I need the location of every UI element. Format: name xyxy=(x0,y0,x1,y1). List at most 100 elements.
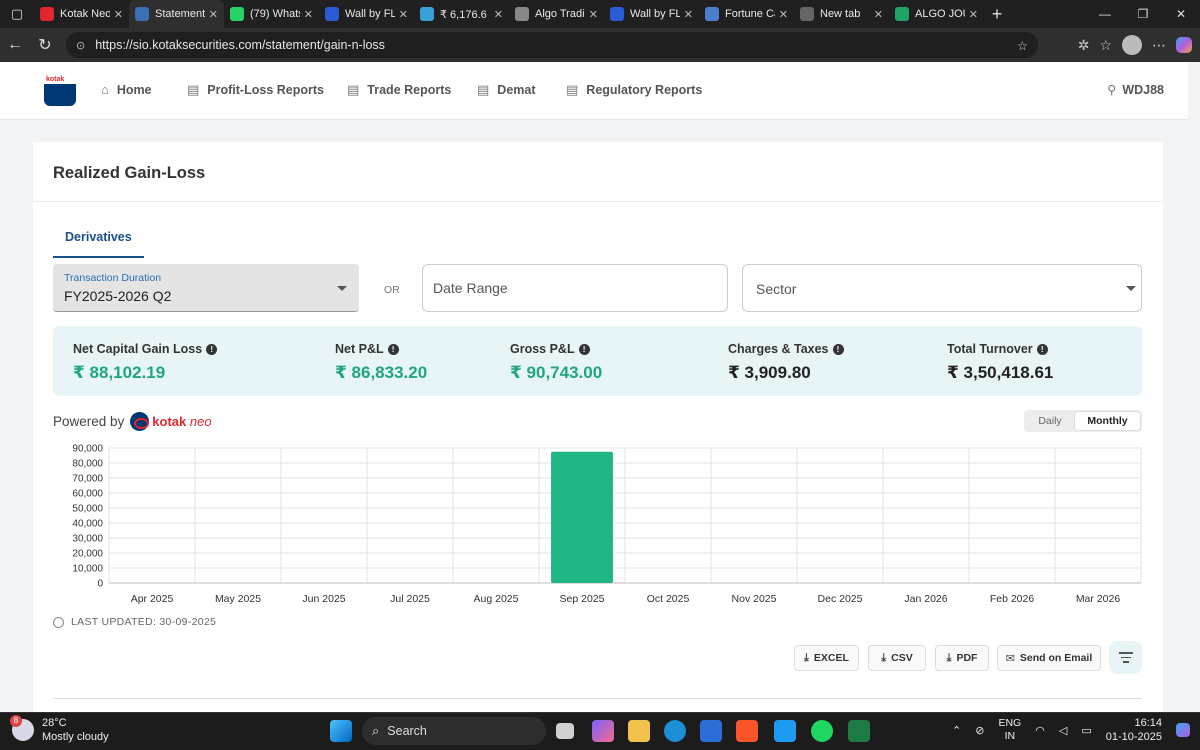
excel-button[interactable]: ⤓ EXCEL xyxy=(794,645,859,671)
info-icon[interactable]: ! xyxy=(206,343,218,355)
close-tab-icon[interactable]: ✕ xyxy=(399,8,408,21)
new-tab-button[interactable]: + xyxy=(984,4,1010,25)
tab-favicon-icon xyxy=(325,7,339,21)
transaction-duration-select[interactable]: Transaction Duration FY2025-2026 Q2 xyxy=(53,264,359,312)
more-menu-icon[interactable]: ⋯ xyxy=(1152,37,1166,54)
restore-icon[interactable]: ❐ xyxy=(1124,0,1162,28)
copilot-icon[interactable] xyxy=(1176,37,1192,53)
x-tick-label: Feb 2026 xyxy=(990,593,1035,605)
info-icon[interactable]: ! xyxy=(578,343,590,355)
copilot-app-icon[interactable] xyxy=(592,720,614,742)
close-tab-icon[interactable]: ✕ xyxy=(874,8,883,21)
wifi-icon[interactable]: ◠ xyxy=(1035,724,1045,737)
close-window-icon[interactable]: ✕ xyxy=(1162,0,1200,28)
store-icon[interactable] xyxy=(700,720,722,742)
date-range-input[interactable]: Date Range xyxy=(422,264,728,312)
browser-tab[interactable]: Kotak Neo ✕ xyxy=(34,0,129,28)
sector-select[interactable]: Sector xyxy=(742,264,1142,312)
close-tab-icon[interactable]: ✕ xyxy=(114,8,123,21)
close-tab-icon[interactable]: ✕ xyxy=(494,8,503,21)
close-tab-icon[interactable]: ✕ xyxy=(304,8,313,21)
battery-icon[interactable]: ▭ xyxy=(1081,724,1091,737)
start-icon[interactable] xyxy=(330,720,352,742)
info-icon[interactable]: ! xyxy=(832,343,844,355)
favorites-icon[interactable]: ☆ xyxy=(1099,37,1112,54)
close-tab-icon[interactable]: ✕ xyxy=(969,8,978,21)
browser-tab[interactable]: Statement ✕ xyxy=(129,0,224,28)
y-tick-label: 20,000 xyxy=(72,549,103,560)
toggle-monthly[interactable]: Monthly xyxy=(1075,412,1140,430)
browser-tab[interactable]: Fortune Ca ✕ xyxy=(699,0,794,28)
site-info-icon[interactable]: ⊙ xyxy=(76,39,85,52)
csv-button[interactable]: ⤓ CSV xyxy=(868,645,926,671)
search-label: Search xyxy=(387,724,427,738)
brave-icon[interactable] xyxy=(736,720,758,742)
summary-label: Net Capital Gain Loss xyxy=(73,342,203,356)
profile-avatar[interactable] xyxy=(1122,35,1142,55)
send-email-button[interactable]: ✉ Send on Email xyxy=(997,645,1101,671)
copilot-tray-icon[interactable] xyxy=(1176,723,1190,737)
weather-widget[interactable]: 8 28°C Mostly cloudy xyxy=(10,715,109,744)
nav-profit-loss-label: Profit-Loss Reports xyxy=(207,83,324,97)
spotify-icon[interactable] xyxy=(811,720,833,742)
browser-tab[interactable]: Wall by FL ✕ xyxy=(604,0,699,28)
nav-home[interactable]: ⌂ Home xyxy=(101,82,152,97)
browser-tab[interactable]: ₹ 6,176.6 | ✕ xyxy=(414,0,509,28)
filter-button[interactable] xyxy=(1109,641,1142,674)
tab-favicon-icon xyxy=(895,7,909,21)
nav-trade-reports[interactable]: ▤ Trade Reports xyxy=(347,82,451,98)
reload-icon[interactable]: ↻ xyxy=(30,35,60,55)
info-icon[interactable]: ! xyxy=(387,343,399,355)
summary-value: ₹ 86,833.20 xyxy=(335,363,428,382)
logo-text: kotak xyxy=(46,76,65,83)
file-explorer-icon[interactable] xyxy=(628,720,650,742)
nav-regulatory-reports[interactable]: ▤ Regulatory Reports xyxy=(566,82,702,98)
favorite-star-icon[interactable]: ☆ xyxy=(1017,38,1028,53)
close-tab-icon[interactable]: ✕ xyxy=(779,8,788,21)
nav-demat[interactable]: ▤ Demat xyxy=(477,82,536,98)
task-view-icon[interactable] xyxy=(556,723,574,739)
powered-by-text: Powered by xyxy=(53,414,125,429)
back-icon[interactable]: ← xyxy=(0,36,30,54)
url-bar[interactable]: ⊙ https://sio.kotaksecurities.com/statem… xyxy=(66,32,1038,58)
windows-taskbar: 8 28°C Mostly cloudy ⌕ Search ⌃ ⊘ ENG IN… xyxy=(0,712,1200,750)
tab-derivatives[interactable]: Derivatives xyxy=(53,230,144,258)
close-tab-icon[interactable]: ✕ xyxy=(684,8,693,21)
browser-tab[interactable]: Wall by FL ✕ xyxy=(319,0,414,28)
clock[interactable]: 16:14 01-10-2025 xyxy=(1106,716,1162,744)
lang-code: ENG xyxy=(998,717,1022,729)
volume-icon[interactable]: ◁ xyxy=(1059,724,1067,737)
close-tab-icon[interactable]: ✕ xyxy=(589,8,598,21)
tab-actions-icon[interactable]: ▢ xyxy=(0,0,34,28)
browser-tab[interactable]: New tab ✕ xyxy=(794,0,889,28)
notification-badge: 8 xyxy=(10,715,22,727)
toggle-daily[interactable]: Daily xyxy=(1026,412,1074,430)
edge-icon[interactable] xyxy=(664,720,686,742)
nav-profit-loss-reports[interactable]: ▤ Profit-Loss Reports xyxy=(187,82,324,98)
language-indicator[interactable]: ENG IN xyxy=(998,717,1021,743)
close-tab-icon[interactable]: ✕ xyxy=(209,8,218,21)
excel-app-icon[interactable] xyxy=(848,720,870,742)
browser-tab[interactable]: Algo Tradi ✕ xyxy=(509,0,604,28)
user-menu[interactable]: ⚲ WDJ88 xyxy=(1107,82,1164,98)
taskbar-search[interactable]: ⌕ Search xyxy=(362,717,546,745)
chevron-up-icon[interactable]: ⌃ xyxy=(952,724,961,737)
network-off-icon[interactable]: ⊘ xyxy=(975,724,984,737)
page-scrollbar[interactable] xyxy=(1188,62,1200,712)
summary-label: Gross P&L xyxy=(510,342,575,356)
extensions-icon[interactable]: ✲ xyxy=(1078,37,1090,54)
pdf-button[interactable]: ⤓ PDF xyxy=(935,645,989,671)
browser-tab[interactable]: (79) Whats ✕ xyxy=(224,0,319,28)
minimize-icon[interactable]: — xyxy=(1086,0,1124,28)
download-icon: ⤓ xyxy=(881,651,887,664)
kotak-logo[interactable]: kotak xyxy=(44,76,76,106)
summary-value: ₹ 90,743.00 xyxy=(510,363,603,382)
x-tick-label: Mar 2026 xyxy=(1076,593,1121,605)
user-id: WDJ88 xyxy=(1122,82,1164,97)
excel-label: EXCEL xyxy=(813,652,849,664)
info-icon[interactable]: ! xyxy=(1036,343,1048,355)
nav-demat-label: Demat xyxy=(497,83,536,97)
y-tick-label: 60,000 xyxy=(72,489,103,500)
browser-tab[interactable]: ALGO JOU ✕ xyxy=(889,0,984,28)
twitter-icon[interactable] xyxy=(774,720,796,742)
